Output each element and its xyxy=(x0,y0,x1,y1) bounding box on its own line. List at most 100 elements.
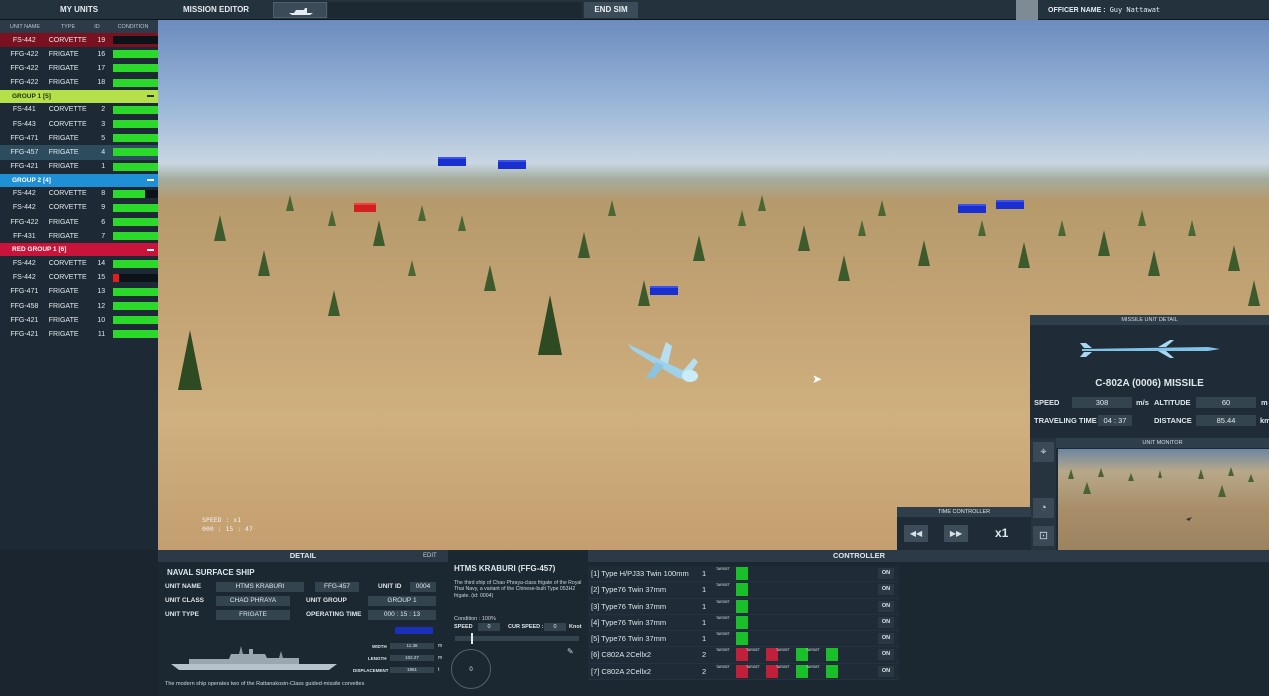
tree xyxy=(638,280,650,306)
distance-label: DISTANCE xyxy=(1154,416,1192,425)
weapon-toggle-button[interactable]: ON xyxy=(878,568,894,579)
unit-monitor-panel: ⌖ ◔ ⊡ UNIT MONITOR xyxy=(1030,438,1269,550)
collapse-icon[interactable] xyxy=(147,95,154,98)
unit-row[interactable]: FFG-421 FRIGATE 11 xyxy=(0,327,159,341)
weapon-toggle-button[interactable]: ON xyxy=(878,649,894,661)
speed-slider[interactable] xyxy=(455,633,579,644)
target-select-button[interactable] xyxy=(826,664,838,678)
my-units-tab[interactable]: MY UNITS xyxy=(60,0,98,20)
edit-button[interactable]: EDIT xyxy=(423,550,437,562)
unit-row[interactable]: FFG-422 FRIGATE 6 xyxy=(0,215,159,229)
tree xyxy=(1248,280,1260,306)
friendly-unit-marker[interactable] xyxy=(498,160,526,169)
group-header[interactable]: RED GROUP 1 [6] xyxy=(0,243,158,257)
ship-view-button[interactable] xyxy=(273,2,327,18)
unit-row[interactable]: FFG-422 FRIGATE 18 xyxy=(0,76,159,90)
weapon-row[interactable]: [1] Type H/PJ33 Twin 100mm 1 TARGET ON xyxy=(588,566,899,583)
target-select-button[interactable] xyxy=(736,599,748,613)
tree xyxy=(538,295,562,355)
condition-bar xyxy=(113,287,159,296)
tree xyxy=(214,215,226,241)
draw-route-icon[interactable]: ✎ xyxy=(567,647,574,656)
group-header[interactable]: GROUP 1 [5] xyxy=(0,89,158,103)
timer-icon[interactable]: ◔ xyxy=(1033,498,1054,518)
unit-row[interactable]: FFG-421 FRIGATE 10 xyxy=(0,313,159,327)
unit-row[interactable]: FFG-422 FRIGATE 17 xyxy=(0,61,159,75)
unit-row[interactable]: FFG-458 FRIGATE 12 xyxy=(0,299,159,313)
unit-row[interactable]: FS-442 CORVETTE 15 xyxy=(0,271,159,285)
rewind-button[interactable]: ◀◀ xyxy=(904,525,928,542)
fast-forward-button[interactable]: ▶▶ xyxy=(944,525,968,542)
unit-row[interactable]: FS-442 CORVETTE 14 xyxy=(0,256,159,270)
col-unit-name: UNIT NAME xyxy=(9,23,41,30)
target-select-button[interactable] xyxy=(736,583,748,597)
unit-row[interactable]: FS-443 CORVETTE 3 xyxy=(0,117,159,131)
unit-row[interactable]: FFG-471 FRIGATE 13 xyxy=(0,285,159,299)
unit-row[interactable]: FFG-471 FRIGATE 5 xyxy=(0,131,159,145)
location-pin-icon[interactable]: ⌖ xyxy=(1033,442,1054,462)
focus-target-icon[interactable]: ⊡ xyxy=(1033,526,1054,546)
friendly-unit-marker[interactable] xyxy=(650,286,678,295)
weapon-row[interactable]: [5] Type76 Twin 37mm 1 TARGET ON xyxy=(588,631,899,648)
target-slot-label: TARGET xyxy=(716,648,730,653)
friendly-unit-marker[interactable] xyxy=(996,200,1024,209)
target-select-button[interactable] xyxy=(826,648,838,662)
tree xyxy=(758,195,766,211)
missile-altitude-value: 60 xyxy=(1196,397,1256,408)
tree xyxy=(1018,242,1030,268)
avatar[interactable] xyxy=(1016,0,1038,20)
unit-name: FS-441 xyxy=(12,106,36,114)
weapon-toggle-button[interactable]: ON xyxy=(878,633,894,645)
end-sim-button[interactable]: END SIM xyxy=(584,2,638,18)
target-select-button[interactable] xyxy=(736,567,748,580)
unit-row[interactable]: FFG-422 FRIGATE 16 xyxy=(0,47,159,61)
target-slot-label: TARGET xyxy=(806,648,820,653)
weapon-qty: 1 xyxy=(702,601,707,611)
missile-speed-label: SPEED xyxy=(1034,398,1060,407)
tree xyxy=(1138,210,1146,226)
hostile-unit-marker[interactable] xyxy=(354,203,376,212)
collapse-icon[interactable] xyxy=(147,179,154,182)
weapon-row[interactable]: [6] C802A 2Cellx2 2 TARGET TARGET TARGET TARG… xyxy=(588,647,899,664)
condition-bar-fill xyxy=(113,330,159,339)
unit-id: 16 xyxy=(97,50,106,58)
unit-row[interactable]: FS-442 CORVETTE 19 xyxy=(0,33,159,48)
unit-name: FFG-421 xyxy=(10,316,39,324)
group-label: GROUP 2 [4] xyxy=(12,176,51,184)
target-select-button[interactable] xyxy=(736,632,748,646)
weapon-toggle-button[interactable]: ON xyxy=(878,665,894,677)
unit-row[interactable]: FS-442 CORVETTE 8 xyxy=(0,187,159,201)
weapon-toggle-button[interactable]: ON xyxy=(878,600,894,612)
unit-row[interactable]: FS-441 CORVETTE 2 xyxy=(0,103,159,117)
heading-dial[interactable]: 0 xyxy=(451,649,491,689)
tree xyxy=(484,265,496,291)
weapon-row[interactable]: [7] C802A 2Cellx2 2 TARGET TARGET TARGET TARG… xyxy=(588,663,899,681)
weapon-row[interactable]: [3] Type76 Twin 37mm 1 TARGET ON xyxy=(588,598,899,615)
weapon-row[interactable]: [4] Type76 Twin 37mm 1 TARGET ON xyxy=(588,614,899,632)
weapon-name: [2] Type76 Twin 37mm xyxy=(591,585,667,595)
weapon-toggle-button[interactable]: ON xyxy=(878,584,894,596)
collapse-icon[interactable] xyxy=(147,248,154,251)
unit-row[interactable]: FF-431 FRIGATE 7 xyxy=(0,229,159,243)
condition-bar xyxy=(113,218,159,227)
unit-row[interactable]: FFG-457 FRIGATE 4 xyxy=(0,145,159,160)
unit-list-panel: UNIT NAME TYPE ID CONDITION FS-442 CORVET… xyxy=(0,20,159,550)
unit-row[interactable]: FS-442 CORVETTE 9 xyxy=(0,201,159,215)
unit-type: FRIGATE xyxy=(48,232,79,240)
weapon-toggle-button[interactable]: ON xyxy=(878,616,894,628)
tree xyxy=(1058,220,1066,236)
target-slot-label: TARGET xyxy=(716,615,730,620)
condition-bar xyxy=(113,134,159,143)
unit-name: FFG-471 xyxy=(10,134,39,142)
friendly-unit-marker[interactable] xyxy=(958,204,986,213)
unit-name: FFG-422 xyxy=(10,218,39,226)
unit-row[interactable]: FFG-421 FRIGATE 1 xyxy=(0,160,159,174)
mission-editor-tab[interactable]: MISSION EDITOR xyxy=(183,0,249,20)
speed-value[interactable]: 0 xyxy=(478,623,500,631)
group-header[interactable]: GROUP 2 [4] xyxy=(0,173,158,187)
friendly-unit-marker[interactable] xyxy=(438,157,466,166)
speed-slider-handle[interactable] xyxy=(471,633,473,644)
tree xyxy=(1228,245,1240,271)
target-select-button[interactable] xyxy=(736,615,748,629)
weapon-row[interactable]: [2] Type76 Twin 37mm 1 TARGET ON xyxy=(588,582,899,599)
